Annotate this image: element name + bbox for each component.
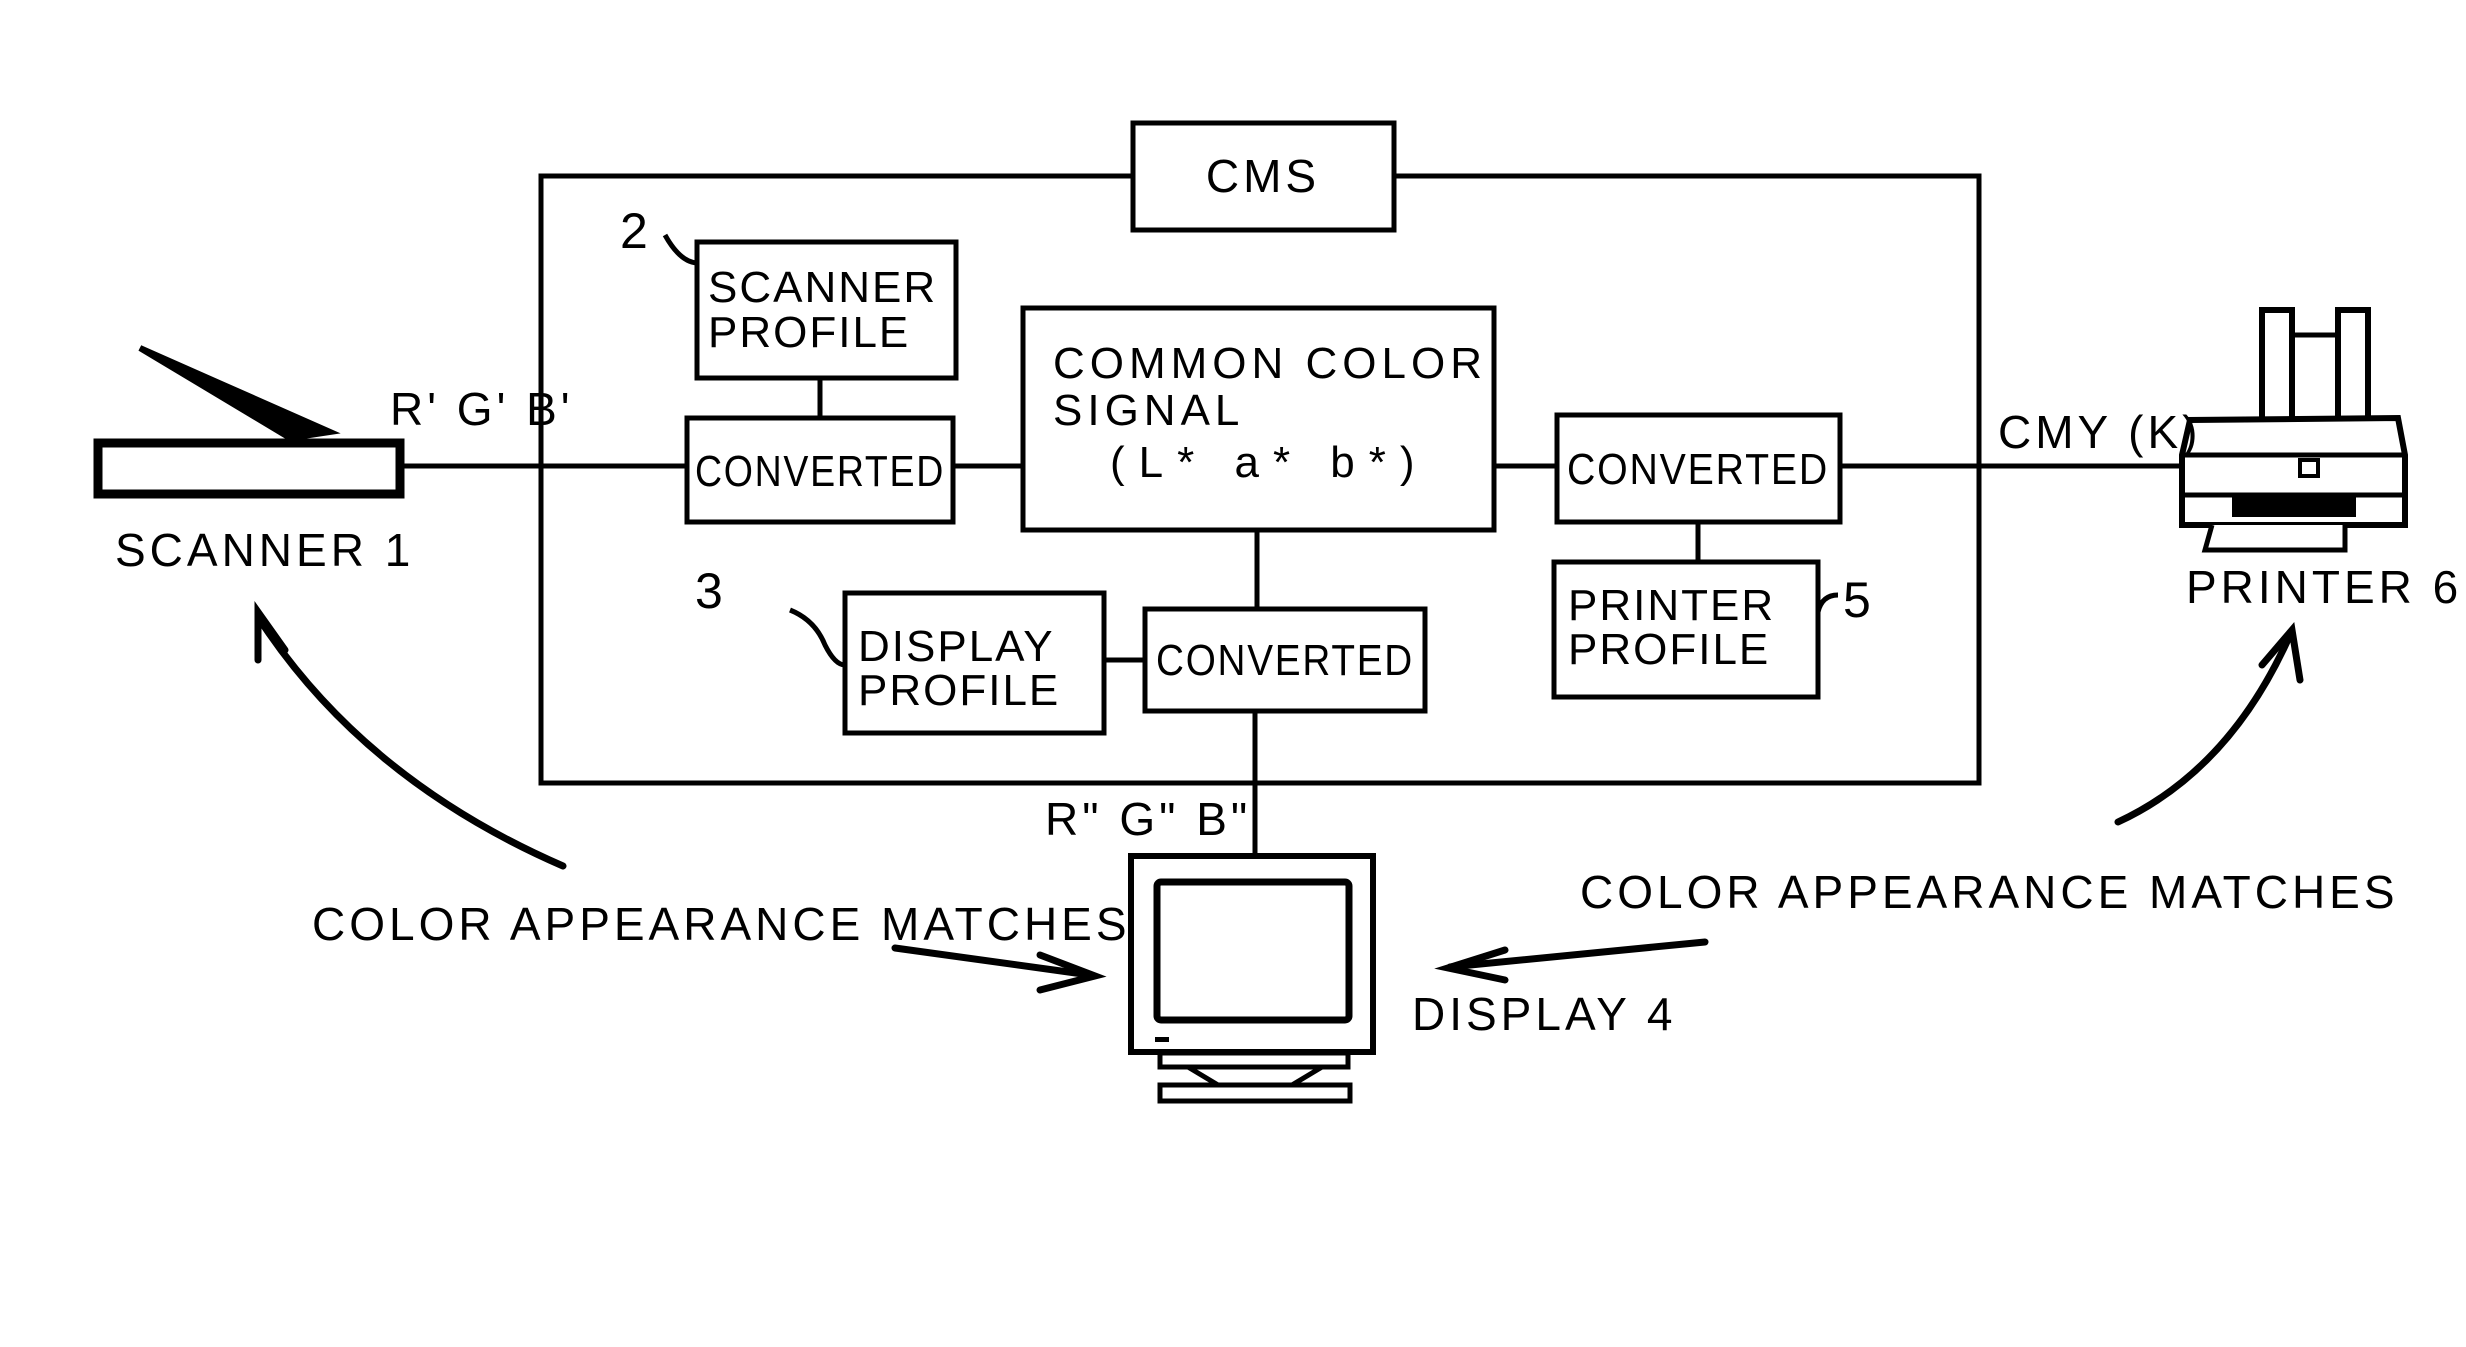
common-signal-line2: SIGNAL xyxy=(1053,386,1244,435)
display-profile-line1: DISPLAY xyxy=(858,622,1055,671)
cms-label: CMS xyxy=(1206,150,1320,202)
printer-profile-ref: 5 xyxy=(1843,572,1871,628)
printer-profile-line1: PRINTER xyxy=(1568,581,1775,630)
converter-printer-label: CONVERTED xyxy=(1567,445,1829,494)
common-signal-line1: COMMON COLOR xyxy=(1053,339,1487,388)
cms-diagram: CMS SCANNER 1 R' G' B' 2 SCANNER PROFILE… xyxy=(93,120,2462,1104)
annotation-left: COLOR APPEARANCE MATCHES xyxy=(312,898,1131,950)
printer-icon xyxy=(2179,307,2408,553)
printer-signal-label: CMY (K) xyxy=(1998,406,2202,458)
scanner-signal-label: R' G' B' xyxy=(390,383,574,435)
display-profile-ref: 3 xyxy=(695,563,723,619)
printer-label: PRINTER 6 xyxy=(2186,561,2462,613)
scanner-profile-line1: SCANNER xyxy=(708,263,937,312)
scanner-icon xyxy=(93,345,405,499)
display-signal-label: R" G" B" xyxy=(1045,793,1251,845)
monitor-icon xyxy=(1128,853,1376,1104)
converter-scanner-label: CONVERTED xyxy=(695,447,945,496)
scanner-profile-ref: 2 xyxy=(620,203,648,259)
scanner-label: SCANNER 1 xyxy=(115,524,414,576)
arrow-to-scanner xyxy=(256,616,567,870)
scanner-profile-line2: PROFILE xyxy=(708,308,910,357)
display-label: DISPLAY 4 xyxy=(1412,988,1676,1040)
common-signal-line3: (L* a* b*) xyxy=(1110,438,1429,487)
converter-display-label: CONVERTED xyxy=(1156,636,1414,685)
printer-profile-line2: PROFILE xyxy=(1568,625,1770,674)
display-profile-line2: PROFILE xyxy=(858,666,1060,715)
annotation-right: COLOR APPEARANCE MATCHES xyxy=(1580,866,2399,918)
